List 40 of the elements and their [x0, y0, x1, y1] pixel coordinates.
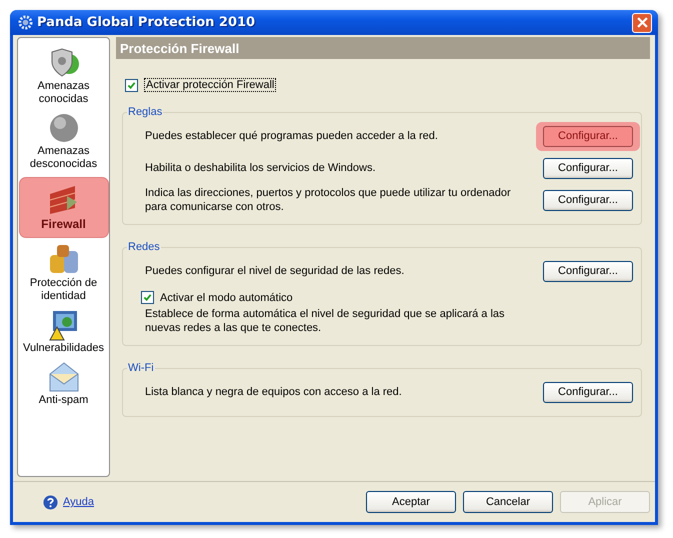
sidebar-item[interactable]: Protección de identidad	[18, 241, 108, 306]
setting-description: Puedes establecer qué programas pueden acceder a la red.	[145, 129, 438, 143]
dialog-button[interactable]: Aceptar	[366, 491, 456, 513]
dialog-button[interactable]: Cancelar	[463, 491, 553, 513]
sidebar-item[interactable]: Amenazas conocidas	[18, 44, 108, 109]
configure-button[interactable]: Configurar...	[543, 158, 633, 178]
panel-title: Protección Firewall	[120, 40, 240, 56]
configure-button[interactable]: Configurar...	[543, 126, 633, 146]
gear-icon	[18, 15, 33, 30]
sidebar-label: Firewall	[41, 218, 86, 231]
help-link[interactable]: Ayuda	[63, 496, 94, 508]
configure-button[interactable]: Configurar...	[543, 260, 633, 282]
group-title: Reglas	[127, 106, 164, 118]
close-button[interactable]	[632, 12, 652, 32]
setting-description: Indica las direcciones, puertos y protocolos que puede utilizar tu ordenador para comunicarse con otros.	[145, 186, 512, 214]
close-icon	[636, 17, 648, 28]
checkbox[interactable]	[125, 78, 138, 92]
configure-button[interactable]: Configurar...	[543, 382, 633, 402]
help-icon	[43, 494, 58, 510]
group-title: Redes	[127, 241, 161, 253]
setting-description: Habilita o deshabilita los servicios de Windows.	[145, 161, 376, 175]
sidebar-item[interactable]: Amenazas desconocidas	[18, 109, 108, 174]
sidebar-item[interactable]: Firewall	[18, 177, 108, 238]
checkbox-label: Activar protección Firewall	[144, 78, 276, 92]
setting-description: Puedes configurar el nivel de seguridad de las redes.	[145, 264, 404, 278]
checkbox[interactable]	[141, 291, 154, 304]
sidebar-label: Anti-spam	[38, 394, 88, 407]
envelope-icon	[46, 360, 80, 394]
checkbox-label: Activar el modo automático	[160, 292, 293, 304]
group-title: Wi-Fi	[127, 362, 155, 374]
sidebar-item[interactable]: Anti-spam	[18, 358, 108, 410]
checkbox-description: Establece de forma automática el nivel de seguridad que se aplicará a las nuevas redes a las que te conectes.	[145, 307, 506, 335]
sidebar-label: Vulnerabilidades	[23, 342, 104, 355]
sidebar-label: Amenazas desconocidas	[28, 145, 98, 171]
sidebar-label: Amenazas conocidas	[36, 80, 90, 106]
window-title: Panda Global Protection 2010	[37, 15, 256, 30]
setting-description: Lista blanca y negra de equipos con acceso a la red.	[145, 385, 402, 399]
sidebar-item[interactable]: Vulnerabilidades	[18, 306, 108, 358]
configure-button[interactable]: Configurar...	[543, 190, 633, 210]
sidebar-label: Protección de identidad	[28, 277, 98, 303]
